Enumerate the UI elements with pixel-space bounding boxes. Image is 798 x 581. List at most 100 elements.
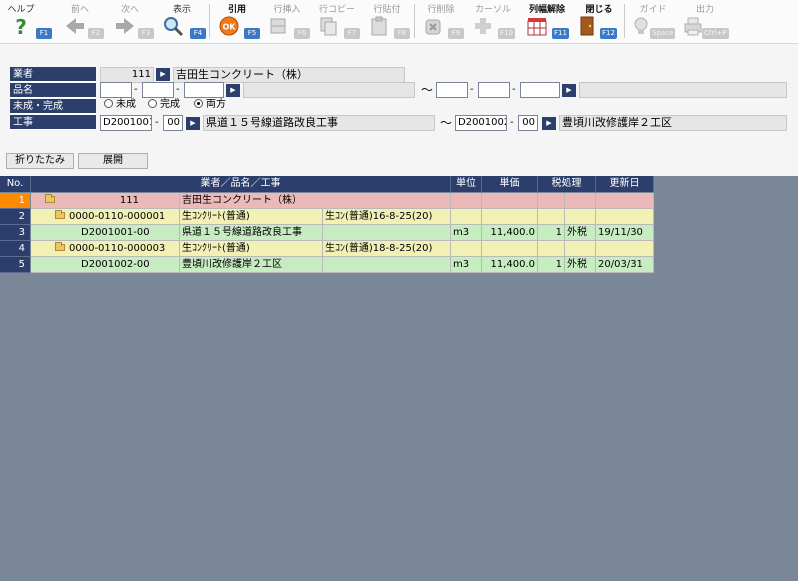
help-key: F1 <box>36 28 52 39</box>
row-number: 3 <box>0 225 30 241</box>
cursor-button[interactable]: カーソル F10 <box>468 1 518 41</box>
collapse-button[interactable]: 折りたたみ <box>6 153 74 169</box>
toolbar-separator <box>209 4 210 38</box>
row-tax-code <box>538 209 565 225</box>
toolbar: ヘルプ ? F1 前へ F2 次へ F3 表示 F4 引用 OK F5 行挿入 … <box>0 0 798 44</box>
row-delete-label: 行削除 <box>427 5 455 15</box>
item-label: 品名 <box>10 83 96 98</box>
status-radio-finished[interactable]: 完成 <box>148 98 180 112</box>
row-unit <box>451 209 482 225</box>
next-key: F3 <box>138 28 154 39</box>
folder-icon <box>55 242 65 251</box>
folder-icon <box>55 210 65 219</box>
row-insert-button[interactable]: 行挿入 F6 <box>264 1 310 41</box>
row-code: D2001002-00 <box>31 257 180 273</box>
row-paste-button[interactable]: 行貼付 F8 <box>364 1 410 41</box>
item-picker-icon[interactable]: ▶ <box>226 84 240 97</box>
item-code-1-input[interactable] <box>100 82 132 98</box>
status-label: 未成・完成 <box>10 99 96 114</box>
status-radio-unfinished[interactable]: 未成 <box>104 98 136 112</box>
folder-icon <box>45 194 55 203</box>
row-number: 4 <box>0 241 30 257</box>
item-code-3-input[interactable] <box>184 82 224 98</box>
item-to-name-field <box>579 82 787 98</box>
row-price <box>482 193 538 209</box>
cite-button[interactable]: 引用 OK F5 <box>214 1 260 41</box>
show-button[interactable]: 表示 F4 <box>160 1 206 41</box>
row-delete-key: F9 <box>448 28 464 39</box>
item-code-2-input[interactable] <box>142 82 174 98</box>
vendor-code-field[interactable]: 111 <box>100 67 154 83</box>
work-to-picker-icon[interactable]: ▶ <box>542 117 556 130</box>
row-updated <box>596 241 654 257</box>
help-button[interactable]: ヘルプ ? F1 <box>4 1 52 41</box>
work-to-sub-input[interactable]: 00 <box>518 115 538 131</box>
guide-button[interactable]: ガイド Space <box>628 1 678 41</box>
row-copy-key: F7 <box>344 28 360 39</box>
table-row[interactable]: 2 0000-0110-000001 生ｺﾝｸﾘｰﾄ(普通) 生ｺﾝ(普通)16… <box>0 209 654 225</box>
status-option-label: 両方 <box>206 99 226 110</box>
column-unlock-button[interactable]: 列幅解除 F11 <box>522 1 572 41</box>
prev-key: F2 <box>88 28 104 39</box>
work-dash: - <box>155 117 159 128</box>
work-from-picker-icon[interactable]: ▶ <box>186 117 200 130</box>
output-key: Ctrl+P <box>702 28 729 39</box>
row-name: 県道１５号線道路改良工事 <box>180 225 323 241</box>
show-label: 表示 <box>172 5 191 15</box>
header-name: 業者／品名／工事 <box>31 176 451 192</box>
table-row[interactable]: 3 D2001001-00 県道１５号線道路改良工事 m3 11,400.0 1… <box>0 225 654 241</box>
ok-icon: OK <box>219 16 239 36</box>
row-tax: 外税 <box>565 225 596 241</box>
row-spec <box>323 225 451 241</box>
row-delete-button[interactable]: 行削除 F9 <box>418 1 464 41</box>
work-to-code-input[interactable]: D2001002 <box>455 115 507 131</box>
work-from-sub-input[interactable]: 00 <box>163 115 183 131</box>
guide-label: ガイド <box>639 5 667 15</box>
row-tax-code: 1 <box>538 257 565 273</box>
item-dash: - <box>176 84 180 95</box>
status-radio-both[interactable]: 両方 <box>194 98 226 112</box>
row-code: D2001001-00 <box>31 225 180 241</box>
table-row[interactable]: 1 111 吉田生コンクリート（株） <box>0 193 654 209</box>
vendor-picker-icon[interactable]: ▶ <box>156 68 170 81</box>
copy-icon <box>320 17 337 36</box>
row-tax: 外税 <box>565 257 596 273</box>
output-button[interactable]: 出力 Ctrl+P <box>680 1 730 41</box>
close-button[interactable]: 閉じる F12 <box>574 1 624 41</box>
paste-icon <box>371 16 387 36</box>
next-button[interactable]: 次へ F3 <box>110 1 154 41</box>
item-code-to-2-input[interactable] <box>478 82 510 98</box>
row-code: 0000-0110-000003 <box>69 243 166 254</box>
table-row[interactable]: 4 0000-0110-000003 生ｺﾝｸﾘｰﾄ(普通) 生ｺﾝ(普通)18… <box>0 241 654 257</box>
status-option-label: 未成 <box>116 99 136 110</box>
item-code-to-3-input[interactable] <box>520 82 560 98</box>
column-grid-icon <box>527 18 547 36</box>
row-updated <box>596 193 654 209</box>
work-from-code-input[interactable]: D2001001 <box>100 115 152 131</box>
expand-button[interactable]: 展開 <box>78 153 148 169</box>
row-tax-code <box>538 241 565 257</box>
toolbar-separator <box>624 4 625 38</box>
row-spec: 生ｺﾝ(普通)16-8-25(20) <box>323 209 451 225</box>
row-spec: 生ｺﾝ(普通)18-8-25(20) <box>323 241 451 257</box>
row-price <box>482 241 538 257</box>
status-option-label: 完成 <box>160 99 180 110</box>
tree-grid: No. 業者／品名／工事 単位 単価 税処理 更新日 1 111 吉田生コンクリ… <box>0 176 798 581</box>
item-code-to-1-input[interactable] <box>436 82 468 98</box>
work-label: 工事 <box>10 115 96 130</box>
row-name: 生ｺﾝｸﾘｰﾄ(普通) <box>180 241 323 257</box>
row-copy-button[interactable]: 行コピー F7 <box>314 1 360 41</box>
row-number: 5 <box>0 257 30 273</box>
prev-button[interactable]: 前へ F2 <box>60 1 104 41</box>
column-unlock-label: 列幅解除 <box>528 5 565 15</box>
arrow-right-icon <box>116 18 134 34</box>
row-code-cell: 111 <box>31 193 180 209</box>
row-number: 2 <box>0 209 30 225</box>
table-row[interactable]: 5 D2001002-00 豊頃川改修護岸２工区 m3 11,400.0 1 外… <box>0 257 654 273</box>
header-updated: 更新日 <box>596 176 654 192</box>
svg-text:?: ? <box>15 15 27 37</box>
item-to-picker-icon[interactable]: ▶ <box>562 84 576 97</box>
row-price <box>482 209 538 225</box>
item-range-tilde: 〜 <box>421 83 434 97</box>
item-dash: - <box>470 84 474 95</box>
